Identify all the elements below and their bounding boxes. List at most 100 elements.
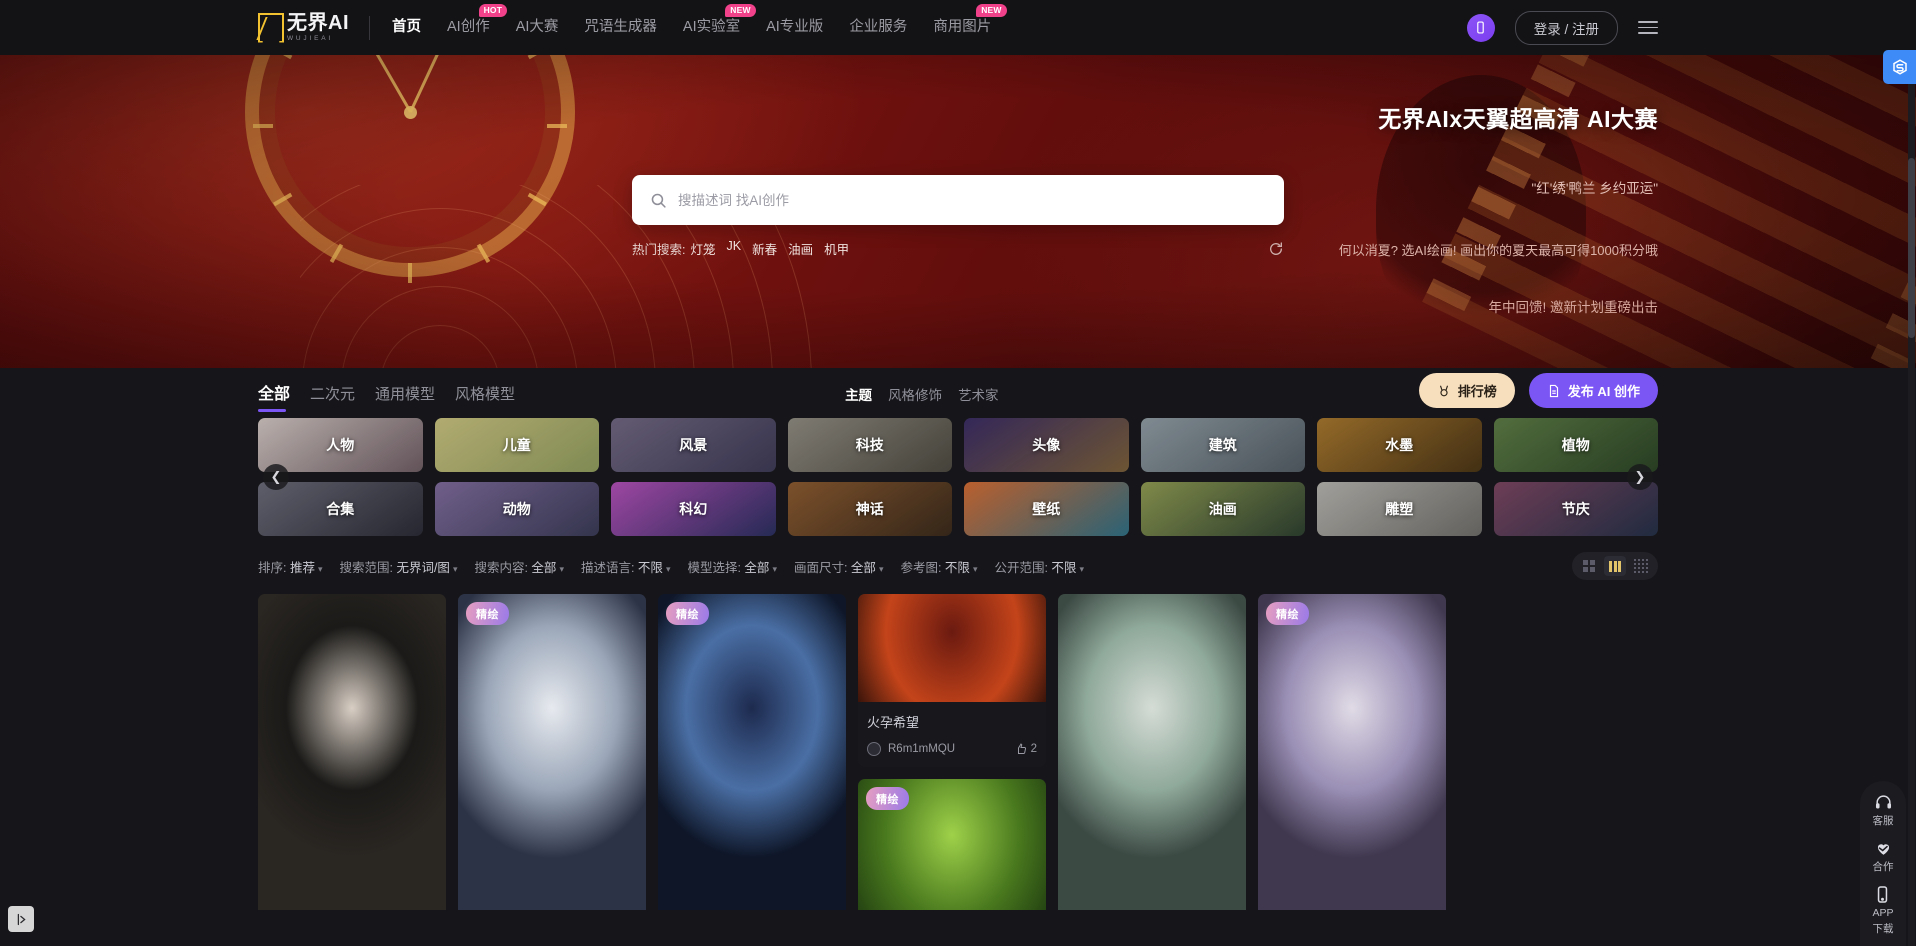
- filter-3[interactable]: 描述语言: 不限 ▾: [581, 557, 671, 576]
- nav-item-7[interactable]: 商用图片 NEW: [933, 0, 1007, 55]
- filter-7[interactable]: 公开范围: 不限 ▾: [994, 557, 1084, 576]
- nav-item-5[interactable]: AI专业版: [766, 0, 823, 55]
- view-mode-switcher: [1572, 552, 1658, 580]
- publish-ai-creation-button[interactable]: 发布 AI 创作: [1528, 373, 1658, 408]
- mobile-phone-icon[interactable]: [1466, 13, 1495, 42]
- nav-item-1[interactable]: AI创作 HOT: [447, 0, 508, 55]
- login-register-button[interactable]: 登录 / 注册: [1514, 10, 1618, 45]
- category-label: 科技: [855, 437, 884, 453]
- like-count[interactable]: 2: [1015, 743, 1037, 755]
- filter-name: 参考图:: [900, 560, 945, 575]
- nav-item-2[interactable]: AI大赛: [516, 0, 559, 55]
- secondary-tabs: 主题 风格修饰 艺术家: [845, 384, 999, 412]
- gallery-card[interactable]: 精绘: [858, 779, 1046, 910]
- cooperation-button[interactable]: 合作: [1873, 839, 1894, 874]
- card-author[interactable]: R6m1mMQU: [888, 743, 955, 755]
- chevron-right-icon[interactable]: ❯: [1627, 464, 1653, 490]
- user-avatar-icon[interactable]: [867, 742, 881, 756]
- grid-large-view[interactable]: [1578, 556, 1600, 576]
- category-tabs-row: 全部 二次元 通用模型 风格模型 主题 风格修饰 艺术家 排行榜 发布 AI 创作: [0, 368, 1916, 412]
- chevron-down-icon: ▾: [878, 563, 884, 574]
- refresh-icon[interactable]: [1268, 241, 1284, 257]
- medal-icon: [1439, 385, 1448, 396]
- banner-title: 无界AIx天翼超高清 AI大赛: [1378, 106, 1658, 132]
- filter-name: 排序:: [258, 560, 290, 575]
- hot-search-tag-2[interactable]: 新春: [752, 239, 777, 258]
- banner-promo-line[interactable]: 何以消夏? 选AI绘画! 画出你的夏天最高可得1000积分哦: [1339, 240, 1658, 259]
- category-tile-6[interactable]: 水墨: [1317, 418, 1482, 472]
- category-tile-5[interactable]: 建筑: [1140, 418, 1305, 472]
- gallery-card[interactable]: [1058, 594, 1246, 910]
- tab-0[interactable]: 全部: [258, 380, 290, 412]
- tab-3[interactable]: 风格模型: [455, 383, 515, 412]
- gallery-card[interactable]: 精绘: [658, 594, 846, 910]
- category-tile-3[interactable]: 科技: [787, 418, 952, 472]
- download-label: 下载: [1872, 923, 1894, 935]
- filter-2[interactable]: 搜索内容: 全部 ▾: [474, 557, 564, 576]
- chevron-left-icon[interactable]: ❮: [263, 464, 289, 490]
- category-tile-4[interactable]: 头像: [964, 418, 1129, 472]
- page-root: 无界AI WUJIEAI 首页 AI创作 HOT AI大赛 咒语生成器 AI实验室 NEW A…: [0, 0, 1916, 946]
- filter-name: 搜索范围:: [339, 560, 397, 575]
- site-logo[interactable]: 无界AI WUJIEAI: [256, 12, 349, 43]
- category-tile-1[interactable]: 儿童: [434, 418, 599, 472]
- nav-item-3[interactable]: 咒语生成器: [584, 0, 657, 55]
- site-logo-badge-icon[interactable]: [1883, 50, 1916, 84]
- tab-2[interactable]: 通用模型: [375, 383, 435, 412]
- gallery-column-4: [1058, 594, 1246, 910]
- customer-service-button[interactable]: 客服: [1873, 793, 1894, 828]
- hamburger-menu-icon[interactable]: [1638, 21, 1658, 34]
- tab-1[interactable]: 二次元: [310, 383, 355, 412]
- subtab-1[interactable]: 风格修饰: [888, 384, 942, 404]
- filter-4[interactable]: 模型选择: 全部 ▾: [687, 557, 777, 576]
- category-tile-14[interactable]: 雕塑: [1317, 482, 1482, 536]
- category-tile-10[interactable]: 科幻: [611, 482, 776, 536]
- category-tile-12[interactable]: 壁纸: [964, 482, 1129, 536]
- chevron-down-icon: ▾: [972, 563, 978, 574]
- nav-item-6[interactable]: 企业服务: [849, 0, 907, 55]
- filter-6[interactable]: 参考图: 不限 ▾: [900, 557, 977, 576]
- category-tile-11[interactable]: 神话: [787, 482, 952, 536]
- category-tile-9[interactable]: 动物: [434, 482, 599, 536]
- gallery-card[interactable]: [258, 594, 446, 910]
- gallery-card[interactable]: 火孕希望 R6m1mMQU 2: [858, 594, 1046, 767]
- category-label: 合集: [326, 501, 355, 517]
- filter-bar: 排序: 推荐 ▾ 搜索范围: 无界词/图 ▾ 搜索内容: 全部 ▾ 描述语言: 不限 ▾ 模型选…: [0, 536, 1916, 580]
- nav-item-0[interactable]: 首页: [392, 0, 421, 55]
- columns-view[interactable]: [1604, 556, 1626, 576]
- hot-search-tag-0[interactable]: 灯笼: [690, 239, 715, 258]
- filter-5[interactable]: 画面尺寸: 全部 ▾: [794, 557, 884, 576]
- page-scrollbar[interactable]: [1908, 58, 1915, 946]
- filter-value: 不限: [1051, 560, 1077, 575]
- expand-right-icon[interactable]: [8, 906, 34, 932]
- search-input[interactable]: [678, 192, 1266, 208]
- filter-1[interactable]: 搜索范围: 无界词/图 ▾: [340, 557, 458, 576]
- filter-name: 搜索内容:: [474, 560, 532, 575]
- grid-small-view[interactable]: [1630, 556, 1652, 576]
- app-download-button[interactable]: APP 下载: [1872, 885, 1894, 936]
- hot-search-tag-1[interactable]: JK: [727, 239, 742, 258]
- hot-search-tag-3[interactable]: 油画: [788, 239, 813, 258]
- gallery-column-0: [258, 594, 446, 910]
- handshake-heart-icon: [1877, 844, 1889, 855]
- banner-invite-line[interactable]: 年中回馈! 邀新计划重磅出击: [1488, 296, 1658, 316]
- gallery-card[interactable]: 精绘: [458, 594, 646, 910]
- nav-badge: NEW: [976, 4, 1007, 17]
- gallery-card[interactable]: 精绘: [1258, 594, 1446, 910]
- scrollbar-thumb[interactable]: [1908, 158, 1915, 338]
- category-tile-7[interactable]: 植物: [1493, 418, 1658, 472]
- nav-item-4[interactable]: AI实验室 NEW: [683, 0, 756, 55]
- category-tile-0[interactable]: 人物: [258, 418, 423, 472]
- search-box[interactable]: [632, 175, 1284, 225]
- hot-search-tag-4[interactable]: 机甲: [824, 239, 849, 258]
- subtab-0[interactable]: 主题: [845, 384, 872, 404]
- category-label: 节庆: [1561, 501, 1590, 517]
- card-sub: R6m1mMQU 2: [867, 742, 1037, 756]
- subtab-2[interactable]: 艺术家: [958, 384, 999, 404]
- category-tile-13[interactable]: 油画: [1140, 482, 1305, 536]
- category-tile-15[interactable]: 节庆: [1493, 482, 1658, 536]
- category-tile-8[interactable]: 合集: [258, 482, 423, 536]
- filter-0[interactable]: 排序: 推荐 ▾: [258, 557, 323, 576]
- leaderboard-button[interactable]: 排行榜: [1418, 373, 1515, 408]
- category-tile-2[interactable]: 风景: [611, 418, 776, 472]
